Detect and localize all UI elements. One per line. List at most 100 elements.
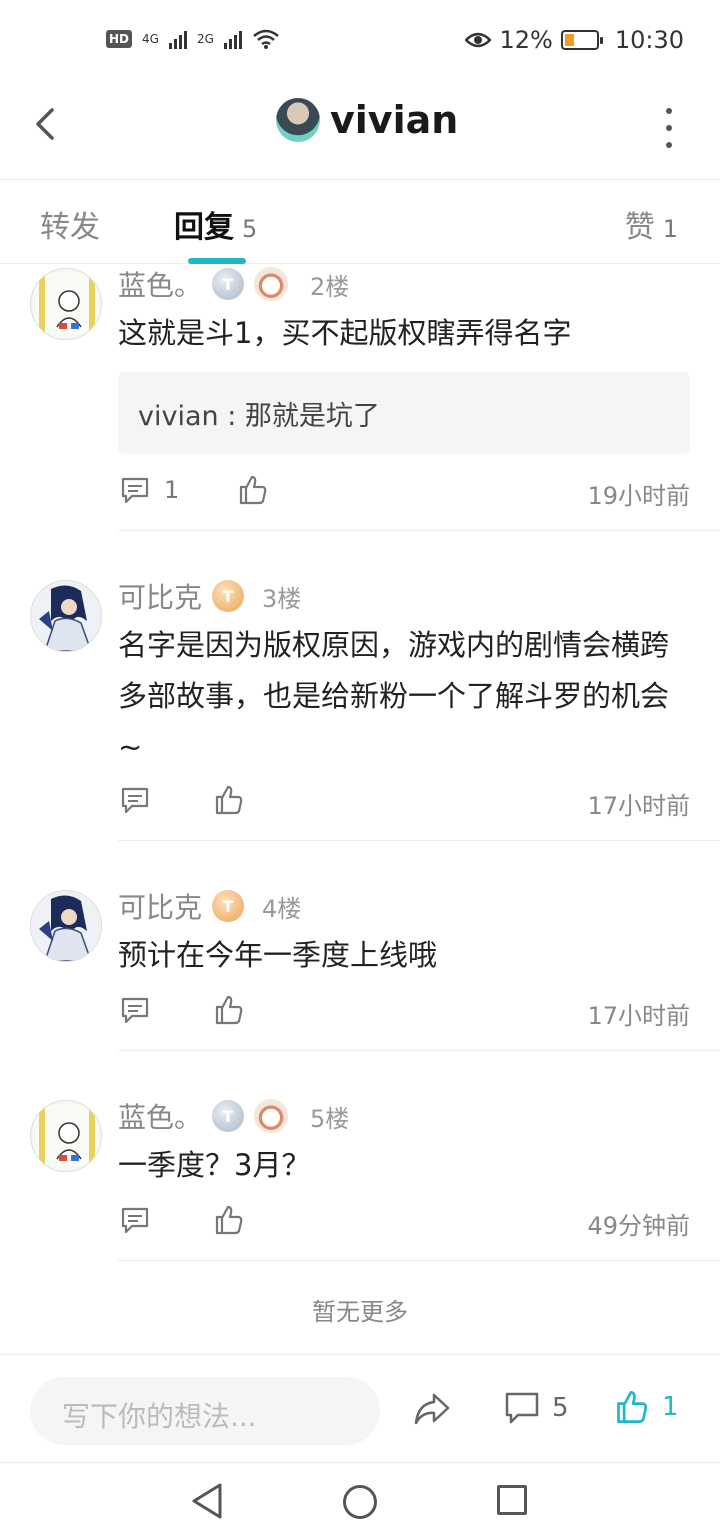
avatar[interactable] <box>30 1100 102 1172</box>
avatar-image <box>35 1105 99 1169</box>
comment-actions: 49分钟前 <box>118 1202 690 1242</box>
tab-like[interactable]: 赞1 <box>625 202 678 246</box>
reply-button[interactable]: 1 <box>120 476 179 504</box>
clock: 10:30 <box>614 26 684 54</box>
avatar-image <box>31 581 101 651</box>
no-more-text: 暂无更多 <box>312 1298 408 1326</box>
divider <box>118 1050 720 1051</box>
level-badge-icon: T <box>212 580 245 612</box>
comment-item: 可比克 T 3楼 名字是因为版权原因，游戏内的剧情会横跨多部故事，也是给新粉一个… <box>0 576 720 842</box>
comment-actions: 17小时前 <box>118 992 690 1032</box>
comment-icon <box>121 1207 149 1234</box>
like-count: 1 <box>662 1392 679 1422</box>
comment-icon <box>505 1392 539 1424</box>
comment-head: 蓝色。 T 2楼 <box>118 264 349 304</box>
reply-button[interactable] <box>120 1206 164 1234</box>
eye-icon <box>465 32 492 48</box>
tab-forward[interactable]: 转发 <box>40 202 100 246</box>
reply-button[interactable] <box>120 996 164 1024</box>
wifi-icon <box>253 29 279 49</box>
divider <box>118 840 720 841</box>
pet-badge-icon <box>254 267 289 301</box>
page-title: vivian <box>330 98 459 142</box>
net1-label: 4G <box>142 32 159 46</box>
avatar[interactable] <box>30 580 102 652</box>
comment-text: 这就是斗1，买不起版权瞎弄得名字 <box>118 316 572 350</box>
more-icon[interactable] <box>664 108 674 148</box>
comment-item: 蓝色。 T 5楼 一季度？3月？ 49分钟前 <box>0 1096 720 1262</box>
comment-author[interactable]: 蓝色。 <box>118 1096 202 1136</box>
comment-author[interactable]: 可比克 <box>118 576 202 616</box>
comment-author[interactable]: 可比克 <box>118 886 202 926</box>
like-count-button[interactable]: 1 <box>614 1389 679 1425</box>
tab-reply-count: 5 <box>242 215 258 243</box>
tab-reply-label: 回复 <box>174 210 234 245</box>
reply-count: 1 <box>164 476 180 504</box>
tab-reply[interactable]: 回复 5 <box>174 202 257 246</box>
reply-button[interactable] <box>120 786 164 814</box>
comment-text: 名字是因为版权原因，游戏内的剧情会横跨多部故事，也是给新粉一个了解斗罗的机会~ <box>118 628 670 764</box>
back-icon[interactable] <box>28 104 68 144</box>
status-bar: HD 4G 2G 12% 10:30 <box>0 0 720 84</box>
comment-icon <box>121 477 149 504</box>
avatar[interactable] <box>30 890 102 962</box>
title-wrap[interactable]: vivian <box>276 98 458 142</box>
comment-time: 17小时前 <box>587 1002 690 1030</box>
status-left: HD 4G 2G <box>106 28 280 50</box>
like-icon <box>617 1391 648 1423</box>
nav-home-icon[interactable] <box>343 1485 377 1519</box>
comment-floor: 2楼 <box>310 272 350 301</box>
avatar-image <box>35 273 99 337</box>
like-icon[interactable] <box>214 784 244 816</box>
signal-icon <box>168 29 187 49</box>
tab-bar: 转发 回复 5 赞1 <box>0 180 720 264</box>
status-right: 12% 10:30 <box>465 26 684 54</box>
comment-icon <box>121 997 149 1024</box>
comment-time: 19小时前 <box>587 482 690 510</box>
share-icon[interactable] <box>412 1391 452 1427</box>
tab-like-count: 1 <box>662 215 678 243</box>
quoted-reply[interactable]: vivian : 那就是坑了 <box>118 372 690 454</box>
comment-count: 5 <box>552 1393 569 1423</box>
comment-time: 17小时前 <box>587 792 690 820</box>
signal-icon-2 <box>223 29 242 49</box>
bottom-action-bar: 写下你的想法... 5 1 <box>0 1354 720 1462</box>
comment-floor: 4楼 <box>262 894 302 923</box>
tab-forward-label: 转发 <box>40 210 100 245</box>
author-avatar[interactable] <box>276 98 320 142</box>
page: HD 4G 2G 12% 10:30 vivian 转发 回复 5 赞 1 蓝色… <box>0 0 720 1540</box>
level-badge-icon: T <box>212 268 245 300</box>
like-icon[interactable] <box>214 994 244 1026</box>
comment-actions: 17小时前 <box>118 782 690 822</box>
avatar-image <box>31 891 101 961</box>
level-badge-icon: T <box>212 1100 245 1132</box>
like-icon[interactable] <box>238 474 268 506</box>
comment-count-button[interactable]: 5 <box>504 1391 569 1425</box>
comment-text: 一季度？3月？ <box>118 1148 311 1182</box>
comment-item: 可比克 T 4楼 预计在今年一季度上线哦 17小时前 <box>0 886 720 1052</box>
like-icon[interactable] <box>214 1204 244 1236</box>
comment-floor: 3楼 <box>262 584 302 613</box>
level-badge-icon: T <box>212 890 245 922</box>
divider <box>118 1260 720 1261</box>
nav-recent-icon[interactable] <box>497 1485 527 1515</box>
comment-item: 蓝色。 T 2楼 这就是斗1，买不起版权瞎弄得名字 vivian : 那就是坑了… <box>0 264 720 532</box>
comment-time: 49分钟前 <box>587 1212 690 1240</box>
battery-percent: 12% <box>499 26 553 54</box>
comment-head: 蓝色。 T 5楼 <box>118 1096 349 1136</box>
battery-fill <box>564 34 574 46</box>
comment-head: 可比克 T 4楼 <box>118 886 301 926</box>
comment-head: 可比克 T 3楼 <box>118 576 301 616</box>
battery-icon <box>560 30 603 50</box>
divider <box>118 530 720 531</box>
comment-author[interactable]: 蓝色。 <box>118 264 202 304</box>
header: vivian <box>0 84 720 180</box>
comment-actions: 1 19小时前 <box>118 472 690 512</box>
avatar[interactable] <box>30 268 102 340</box>
comment-text: 预计在今年一季度上线哦 <box>118 938 438 972</box>
comment-icon <box>121 787 149 814</box>
nav-back-icon[interactable] <box>190 1481 224 1521</box>
tab-like-label: 赞 <box>624 210 655 245</box>
comment-floor: 5楼 <box>310 1104 350 1133</box>
comment-input[interactable]: 写下你的想法... <box>30 1377 380 1445</box>
